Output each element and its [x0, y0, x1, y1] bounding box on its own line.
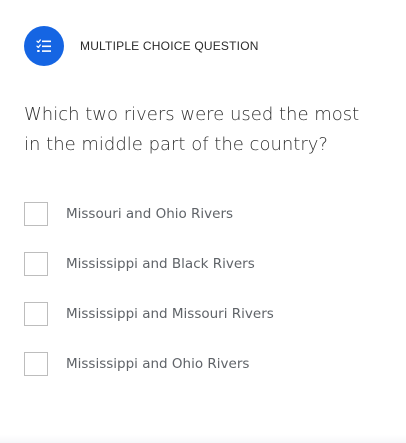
bottom-divider [0, 435, 406, 443]
question-text: Which two rivers were used the most in t… [24, 104, 360, 155]
answer-checkbox[interactable] [24, 202, 48, 226]
answer-option-2[interactable]: Mississippi and Black Rivers [24, 251, 274, 277]
answer-option-3[interactable]: Mississippi and Missouri Rivers [24, 301, 274, 327]
answer-checkbox[interactable] [24, 352, 48, 376]
question-type-badge [24, 26, 64, 66]
answer-label: Mississippi and Black Rivers [66, 256, 255, 272]
answer-checkbox[interactable] [24, 302, 48, 326]
answer-option-4[interactable]: Mississippi and Ohio Rivers [24, 351, 274, 377]
answer-options: Missouri and Ohio Rivers Mississippi and… [24, 201, 274, 401]
checklist-icon [36, 39, 51, 52]
answer-label: Mississippi and Missouri Rivers [66, 306, 274, 322]
question-header: MULTIPLE CHOICE QUESTION [24, 26, 259, 66]
answer-option-1[interactable]: Missouri and Ohio Rivers [24, 201, 274, 227]
answer-label: Missouri and Ohio Rivers [66, 206, 234, 222]
question-type-label: MULTIPLE CHOICE QUESTION [80, 39, 259, 53]
answer-label: Mississippi and Ohio Rivers [66, 356, 250, 372]
answer-checkbox[interactable] [24, 252, 48, 276]
